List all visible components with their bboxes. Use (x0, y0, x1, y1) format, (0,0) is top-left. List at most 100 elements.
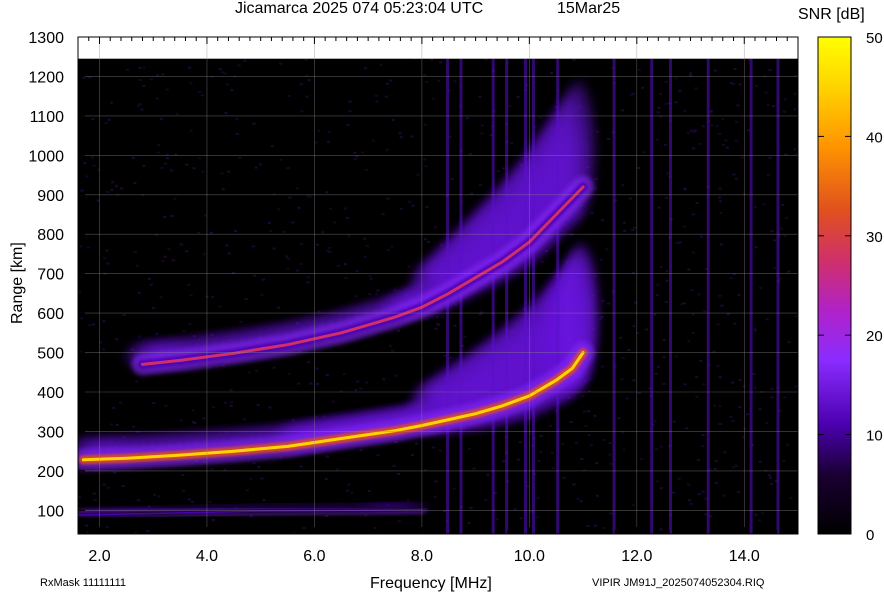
noise-speck (185, 163, 189, 166)
noise-speck (271, 145, 274, 148)
noise-speck (111, 181, 115, 184)
noise-speck (204, 214, 207, 217)
noise-speck (594, 187, 598, 190)
noise-speck (102, 320, 106, 323)
noise-speck (299, 465, 303, 468)
noise-speck (789, 496, 793, 499)
noise-speck (787, 341, 791, 344)
noise-speck (696, 459, 700, 461)
noise-speck (593, 414, 597, 417)
noise-speck (608, 442, 612, 445)
noise-speck (746, 413, 750, 416)
noise-speck (562, 476, 566, 479)
noise-speck (625, 397, 629, 400)
noise-speck (758, 460, 762, 463)
noise-speck (260, 293, 264, 296)
noise-speck (549, 425, 552, 427)
noise-speck (587, 410, 590, 413)
noise-speck (607, 138, 610, 141)
noise-speck (601, 219, 605, 222)
noise-speck (793, 108, 797, 111)
noise-speck (715, 125, 719, 128)
noise-speck (622, 221, 626, 224)
noise-speck (576, 497, 580, 500)
noise-speck (223, 72, 227, 75)
x-tick-label: 8.0 (411, 548, 433, 565)
noise-speck (687, 268, 691, 271)
noise-speck (220, 71, 224, 74)
noise-speck (229, 401, 233, 404)
noise-speck (299, 83, 303, 86)
noise-speck (93, 499, 97, 502)
noise-speck (430, 58, 434, 61)
noise-speck (630, 93, 633, 96)
noise-speck (535, 516, 539, 519)
noise-speck (690, 129, 694, 132)
noise-speck (142, 84, 146, 87)
noise-speck (754, 246, 758, 249)
noise-speck (179, 419, 183, 422)
noise-speck (666, 172, 670, 175)
noise-speck (258, 163, 262, 166)
noise-speck (551, 467, 555, 470)
interference-stripe (776, 59, 780, 534)
noise-speck (113, 471, 117, 474)
noise-speck (595, 177, 598, 180)
colorbar-tick-label: 20 (866, 328, 883, 345)
noise-speck (596, 494, 599, 497)
noise-speck (398, 132, 402, 135)
noise-speck (306, 276, 310, 279)
noise-speck (291, 419, 295, 422)
noise-speck (662, 356, 666, 359)
noise-speck (433, 226, 437, 229)
noise-speck (84, 524, 88, 527)
noise-speck (690, 289, 694, 292)
noise-speck (328, 207, 332, 210)
y-tick-label: 100 (37, 503, 64, 520)
noise-speck (167, 248, 171, 251)
y-tick-label: 200 (37, 464, 64, 481)
noise-speck (110, 423, 113, 426)
noise-speck (642, 151, 646, 154)
noise-speck (316, 243, 319, 246)
colorbar-tick-label: 30 (866, 229, 883, 246)
noise-speck (484, 498, 488, 501)
noise-speck (768, 69, 772, 71)
noise-speck (317, 129, 321, 132)
noise-speck (687, 483, 690, 486)
noise-speck (770, 387, 774, 390)
noise-speck (253, 274, 257, 277)
noise-speck (572, 483, 575, 486)
interference-stripe (556, 59, 560, 534)
noise-speck (327, 131, 331, 133)
noise-speck (328, 246, 332, 249)
noise-speck (287, 257, 291, 260)
noise-speck (731, 381, 735, 384)
noise-speck (502, 167, 506, 170)
noise-speck (390, 245, 394, 248)
noise-speck (321, 231, 325, 234)
noise-speck (622, 448, 626, 451)
noise-speck (709, 110, 713, 112)
noise-speck (110, 189, 114, 191)
noise-speck (783, 98, 787, 101)
noise-speck (121, 485, 125, 488)
noise-speck (574, 441, 578, 444)
noise-speck (536, 496, 540, 499)
noise-speck (295, 187, 299, 190)
noise-speck (594, 524, 597, 527)
noise-speck (314, 141, 318, 144)
noise-speck (780, 227, 784, 230)
noise-speck (621, 184, 625, 187)
noise-speck (187, 283, 191, 286)
noise-speck (510, 142, 513, 145)
noise-speck (733, 67, 737, 70)
noise-speck (655, 294, 659, 297)
noise-speck (297, 382, 301, 385)
noise-speck (392, 464, 396, 467)
noise-speck (621, 357, 625, 360)
noise-speck (695, 376, 699, 379)
noise-speck (772, 105, 776, 107)
noise-speck (770, 396, 774, 399)
noise-speck (434, 327, 438, 330)
